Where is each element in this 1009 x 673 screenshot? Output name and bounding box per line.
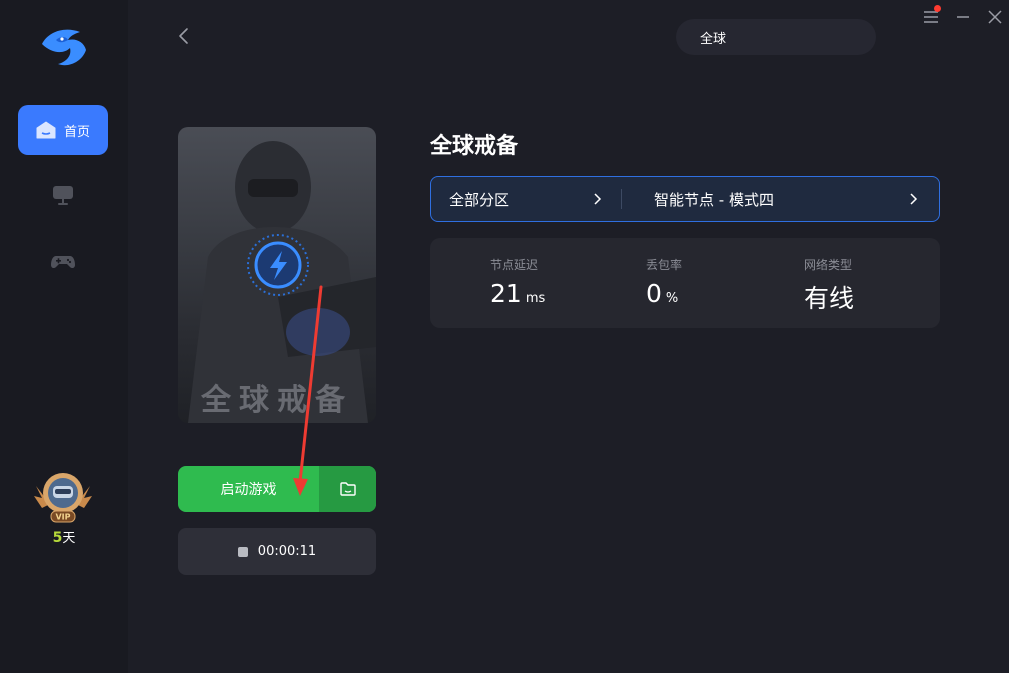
home-icon: [36, 121, 56, 139]
node-selector[interactable]: 智能节点 - 模式四: [622, 176, 939, 222]
minimize-icon[interactable]: [954, 8, 972, 26]
chevron-right-icon: [594, 193, 602, 205]
stat-label: 网络类型: [804, 258, 853, 272]
stat-label: 节点延迟: [490, 258, 539, 272]
launch-game-button[interactable]: 启动游戏: [178, 466, 319, 512]
game-title: 全球戒备: [430, 134, 519, 159]
launch-button-group: 启动游戏: [178, 466, 376, 512]
stat-value: 21: [490, 279, 522, 308]
vip-badge-icon[interactable]: VIP: [28, 468, 98, 526]
annotation-arrow-icon: [293, 285, 323, 496]
gamepad-icon[interactable]: [50, 251, 76, 273]
vip-days: 5天: [0, 527, 128, 546]
game-cover: 全球戒备: [178, 127, 376, 423]
node-label: 智能节点 - 模式四: [654, 190, 774, 209]
close-icon[interactable]: [986, 8, 1004, 26]
region-selector[interactable]: 全部分区: [431, 176, 621, 222]
acceleration-timer: 00:00:11: [178, 528, 376, 575]
vip-badge-text: VIP: [55, 513, 70, 522]
stat-unit: %: [665, 291, 679, 306]
sidebar-item-home[interactable]: 首页: [18, 105, 108, 155]
stat-packet-loss: 丢包率 0%: [646, 256, 682, 308]
sidebar-item-label: 首页: [63, 124, 90, 140]
timer-value: 00:00:11: [257, 544, 317, 559]
stop-icon[interactable]: [237, 546, 248, 557]
network-stats: 节点延迟 21 ms 丢包率 0% 网络类型 有线: [430, 238, 940, 328]
stat-latency: 节点延迟 21 ms: [490, 256, 545, 308]
vip-days-unit: 天: [62, 531, 76, 546]
back-button[interactable]: [172, 24, 196, 48]
notification-dot: [934, 5, 941, 12]
open-folder-button[interactable]: [319, 466, 376, 512]
chevron-right-icon: [910, 193, 918, 205]
search-box[interactable]: [676, 19, 876, 55]
sidebar: 首页 VIP 5天: [0, 0, 128, 673]
cover-title-text: 全球戒备: [201, 383, 353, 418]
stat-value: 有线: [804, 284, 855, 313]
monitor-icon[interactable]: [50, 184, 76, 206]
folder-icon: [339, 482, 356, 496]
stat-value: 0: [646, 279, 662, 308]
stat-label: 丢包率: [646, 258, 683, 272]
search-input[interactable]: [700, 29, 870, 45]
server-selector: 全部分区 智能节点 - 模式四: [430, 176, 940, 222]
stat-unit: ms: [525, 291, 546, 306]
vip-days-count: 5: [52, 530, 63, 546]
region-label: 全部分区: [449, 190, 510, 209]
stat-network-type: 网络类型 有线: [804, 256, 854, 315]
app-logo-icon: [42, 29, 86, 66]
